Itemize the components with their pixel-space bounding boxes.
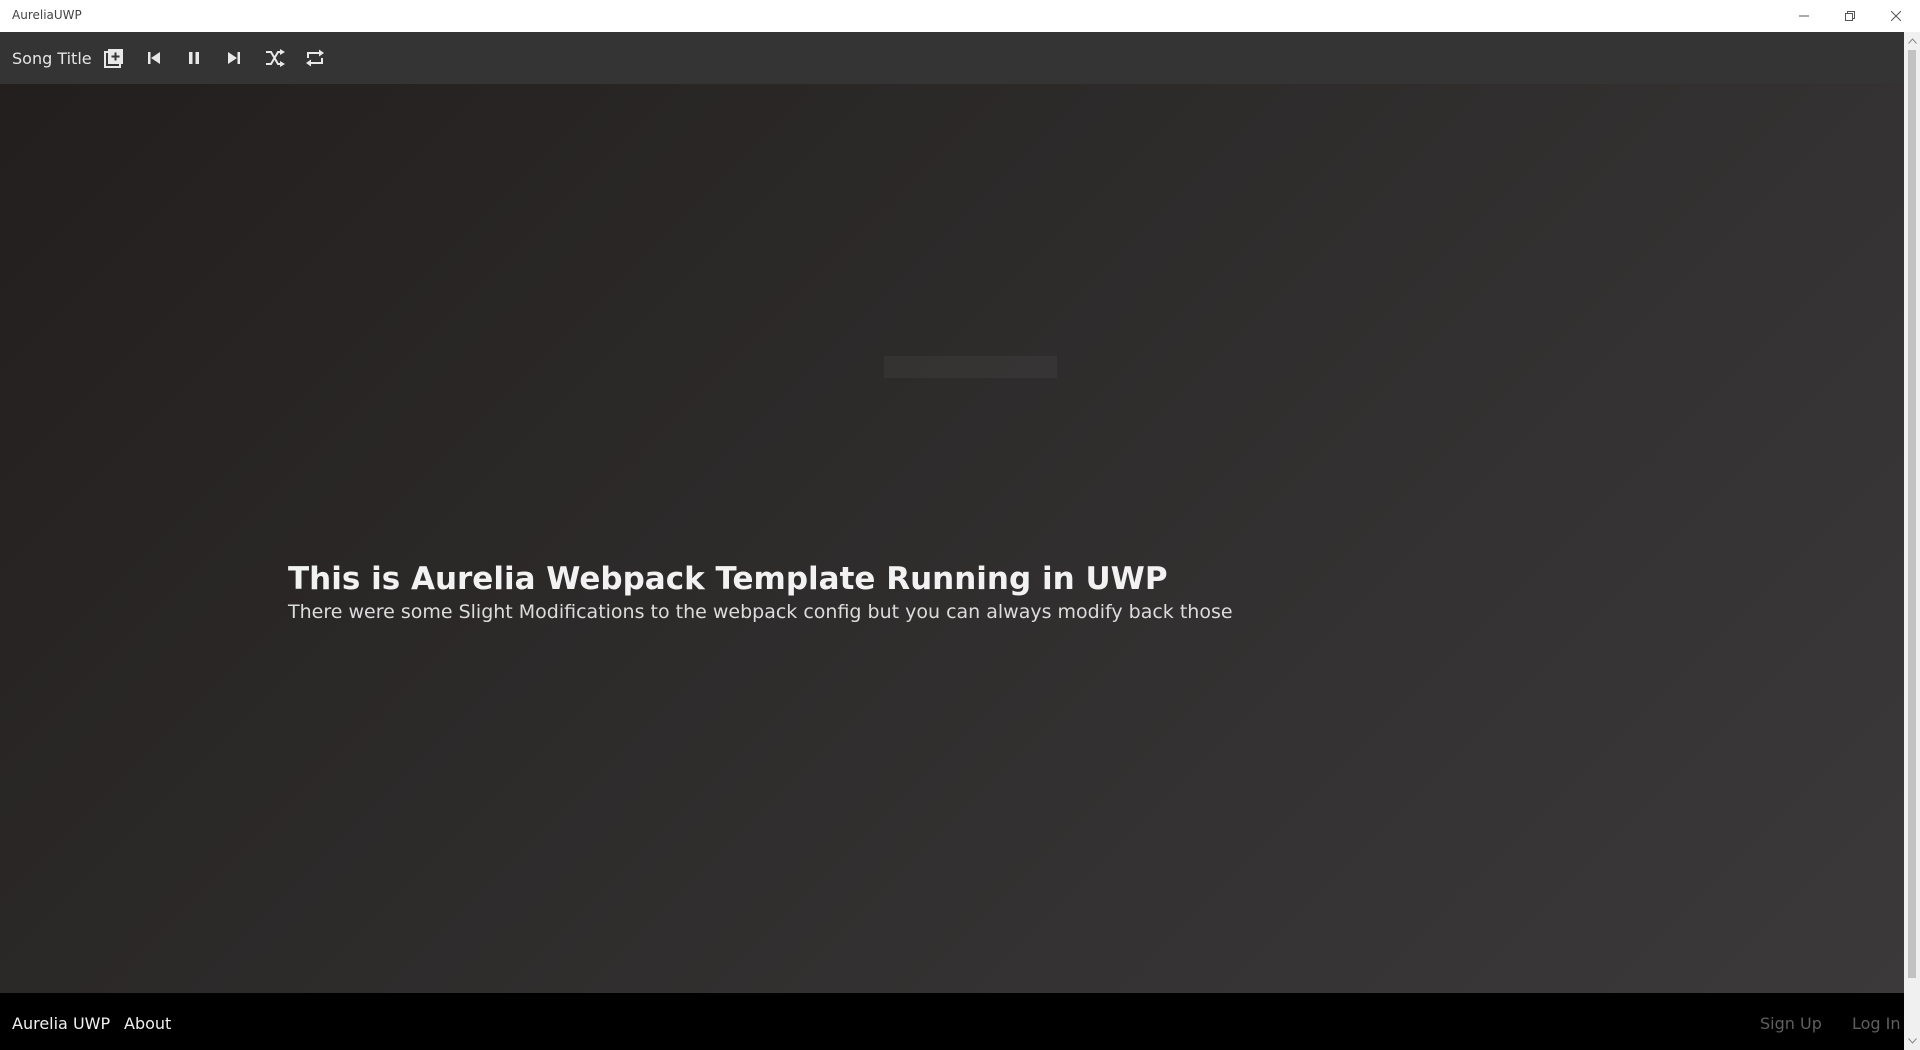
skip-next-icon xyxy=(228,52,240,64)
previous-button[interactable] xyxy=(140,44,168,72)
shuffle-button[interactable] xyxy=(261,44,289,72)
scrollbar-thumb[interactable] xyxy=(1908,50,1916,978)
add-icon xyxy=(104,49,123,68)
chevron-up-icon xyxy=(1907,38,1917,44)
minimize-icon xyxy=(1799,15,1809,17)
pause-icon xyxy=(189,52,199,64)
restore-icon xyxy=(1845,11,1855,21)
shuffle-icon xyxy=(266,49,285,67)
restore-button[interactable] xyxy=(1827,0,1873,32)
hero-section: This is Aurelia Webpack Template Running… xyxy=(288,560,1233,626)
window-title-bar: AureliaUWP xyxy=(0,0,1920,32)
player-toolbar: Song Title xyxy=(0,32,1904,84)
close-icon xyxy=(1891,11,1901,21)
log-in-link[interactable]: Log In xyxy=(1852,1014,1901,1033)
next-button[interactable] xyxy=(220,44,248,72)
skip-previous-icon xyxy=(148,52,160,64)
sign-up-link[interactable]: Sign Up xyxy=(1760,1014,1822,1033)
footer-navbar: Aurelia UWP About Sign Up Log In xyxy=(0,993,1904,1050)
brand-link[interactable]: Aurelia UWP xyxy=(12,1014,110,1033)
add-to-playlist-button[interactable] xyxy=(100,44,128,72)
hero-heading: This is Aurelia Webpack Template Running… xyxy=(288,561,1168,597)
chevron-down-icon xyxy=(1907,1038,1917,1044)
window-title: AureliaUWP xyxy=(12,8,82,22)
app-content: Song Title This is Aurelia Webpack Templ… xyxy=(0,32,1904,993)
vertical-scrollbar[interactable] xyxy=(1904,32,1920,1050)
scroll-up-button[interactable] xyxy=(1907,36,1917,46)
hero-subheading: There were some Slight Modifications to … xyxy=(288,601,1233,623)
pause-button[interactable] xyxy=(180,44,208,72)
repeat-button[interactable] xyxy=(301,44,329,72)
faint-overlay-box xyxy=(884,356,1057,378)
repeat-icon xyxy=(306,49,324,67)
scroll-down-button[interactable] xyxy=(1907,1036,1917,1046)
minimize-button[interactable] xyxy=(1781,0,1827,32)
nav-item-about[interactable]: About xyxy=(124,1014,171,1033)
close-button[interactable] xyxy=(1873,0,1919,32)
song-title: Song Title xyxy=(12,49,92,68)
